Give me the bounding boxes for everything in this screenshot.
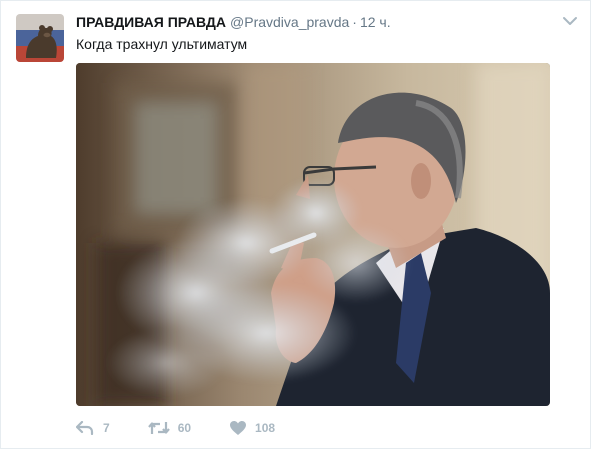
chevron-down-icon[interactable]	[562, 14, 578, 28]
retweet-icon	[147, 422, 170, 434]
like-button[interactable]: 108	[229, 420, 275, 436]
author-name[interactable]: ПРАВДИВАЯ ПРАВДА	[76, 14, 226, 30]
reply-button[interactable]: 7	[76, 421, 110, 435]
tweet-text: Когда трахнул ультиматум	[76, 36, 248, 52]
reply-icon	[76, 421, 94, 435]
author-avatar[interactable]	[16, 14, 64, 62]
like-count: 108	[255, 421, 276, 435]
header-separator: ·	[352, 14, 357, 30]
tweet-photo[interactable]	[76, 63, 550, 406]
tweet-actions: 7 60 108	[76, 418, 313, 438]
heart-icon	[230, 421, 247, 435]
retweet-count: 60	[177, 421, 192, 435]
tweet-header: ПРАВДИВАЯ ПРАВДА @Pravdiva_pravda · 12 ч.	[76, 13, 550, 31]
author-username[interactable]: @Pravdiva_pravda	[230, 14, 349, 30]
tweet-card[interactable]: ПРАВДИВАЯ ПРАВДА @Pravdiva_pravda · 12 ч. К…	[0, 0, 591, 449]
reply-count: 7	[103, 421, 110, 435]
retweet-button[interactable]: 60	[147, 420, 192, 436]
tweet-timestamp[interactable]: 12 ч.	[360, 14, 391, 30]
